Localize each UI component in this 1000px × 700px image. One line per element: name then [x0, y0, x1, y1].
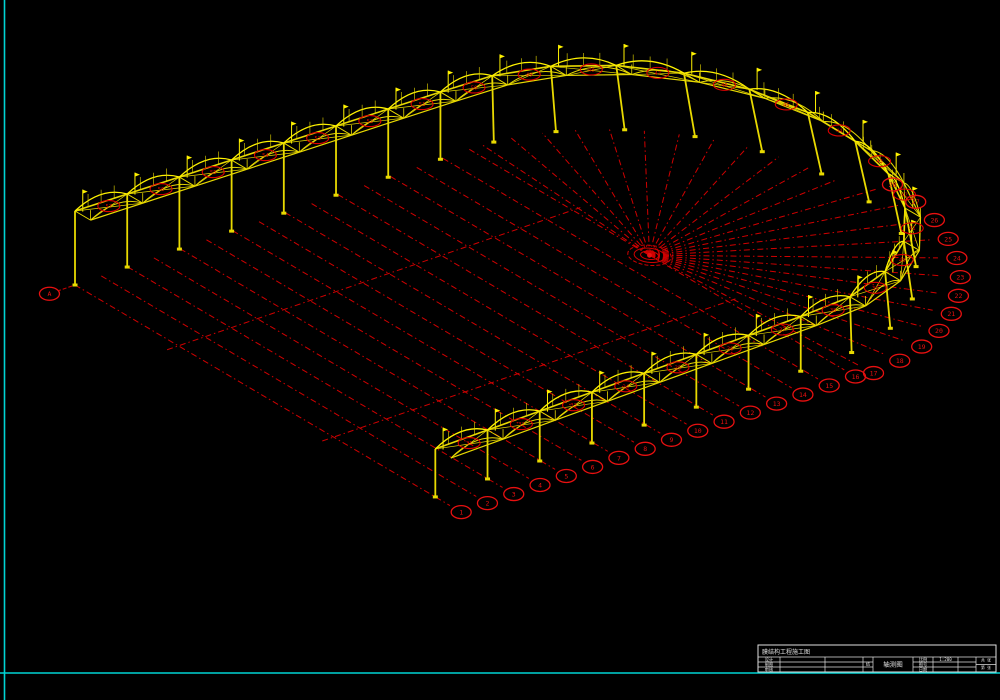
bay-tag-number: 48: [588, 67, 595, 73]
grid-bubble-number: 17: [870, 369, 878, 377]
mast-base-plate: [888, 327, 893, 330]
grid-bubble-number: 4: [538, 481, 542, 489]
mast-base-plate: [693, 135, 698, 138]
grid-bubble-number: 28: [889, 181, 897, 189]
mast-base-plate: [867, 200, 872, 203]
cad-canvas: 5756555453525150494847464544434241403938…: [0, 0, 1000, 700]
grid-bubble-number: 7: [617, 454, 621, 462]
grid-bubble-number: 20: [935, 327, 943, 335]
grid-bubble-number: 14: [799, 391, 807, 399]
bay-tag-number: 42: [901, 193, 908, 199]
bay-tag-number: 39: [872, 286, 879, 292]
grid-bubble-number: 23: [956, 274, 964, 282]
bay-tag-number: 47: [655, 71, 662, 77]
grid-bubble-number: 21: [947, 310, 955, 318]
bay-tag-number: 54: [262, 153, 269, 159]
bay-tag-number: 38: [830, 308, 837, 314]
bay-tag-number: 45: [783, 102, 790, 108]
mast-base-plate: [554, 130, 559, 133]
bay-tag-number: 56: [158, 187, 165, 193]
mast-base-plate: [334, 194, 339, 197]
title-block-label: 审核: [765, 666, 774, 673]
mast-base-plate: [798, 370, 803, 373]
grid-bubble-number: 22: [955, 292, 963, 300]
grid-bubble-number: 16: [852, 373, 860, 381]
mast-base-plate: [849, 351, 854, 354]
sheet-total: 共 张: [981, 658, 991, 663]
cad-drawing-viewport[interactable]: 5756555453525150494847464544434241403938…: [0, 0, 1000, 700]
mast-base-plate: [281, 212, 286, 215]
mast-base-plate: [125, 266, 130, 269]
grid-bubble-number: 6: [591, 463, 595, 471]
mast-base-plate: [622, 128, 627, 131]
mast-base-plate: [914, 265, 919, 268]
bay-tag-number: 31: [466, 441, 473, 447]
mast-base-plate: [433, 495, 438, 498]
grid-bubble-number: 11: [720, 418, 728, 426]
bay-tag-number: 32: [518, 422, 525, 428]
grid-bubble-number: 25: [944, 235, 952, 243]
grid-bubble-number: 3: [512, 490, 516, 498]
mast-base-plate: [642, 424, 647, 427]
grid-bubble-number: 5: [564, 472, 568, 480]
bay-tag-number: 40: [899, 258, 906, 264]
mast-base-plate: [177, 248, 182, 251]
bay-tag-number: 46: [721, 83, 728, 89]
grid-bubble-number: 10: [694, 427, 702, 435]
bay-tag-number: 50: [471, 85, 478, 91]
grid-bubble-number: 1: [459, 509, 463, 517]
bay-tag-number: 37: [779, 327, 786, 333]
mast-base-plate: [537, 460, 542, 463]
mast-base-plate: [910, 297, 915, 300]
mast-base-plate: [694, 406, 699, 409]
bay-tag-number: 44: [836, 128, 843, 134]
mast-base-plate: [229, 230, 234, 233]
bay-tag-number: 51: [419, 102, 426, 108]
grid-bubble-number: 27: [912, 198, 920, 206]
bay-tag-number: 52: [367, 119, 374, 125]
mast-base-plate: [485, 477, 490, 480]
grid-bubble-number: 12: [746, 409, 754, 417]
grid-bubble-number: 18: [896, 357, 904, 365]
mast-base-plate: [899, 232, 904, 235]
grid-bubble-number: 15: [825, 382, 833, 390]
grid-bubble-number: 8: [643, 445, 647, 453]
center-point: [647, 253, 652, 258]
bay-tag-number: 33: [570, 403, 577, 409]
grid-bubble-number: 9: [670, 436, 674, 444]
bay-tag-number: 57: [106, 204, 113, 210]
mast-base-plate: [73, 284, 78, 287]
mast-base-plate: [589, 442, 594, 445]
grid-bubble-number: 2: [486, 499, 490, 507]
mast-base-plate: [386, 176, 391, 179]
bay-tag-number: 34: [622, 384, 629, 390]
sheet-number: 第 张: [981, 665, 991, 670]
project-title: 膜结构工程施工图: [762, 648, 810, 656]
drawing-title: 轴测图: [883, 660, 903, 669]
mast-base-plate: [760, 150, 765, 153]
grid-bubble-number: 19: [918, 343, 926, 351]
grid-bubble-number: A: [48, 290, 52, 298]
bay-tag-number: 41: [909, 226, 916, 232]
title-block-stage: 结: [866, 661, 870, 668]
grid-bubble-number: 13: [773, 400, 781, 408]
grid-bubble-number: 24: [953, 254, 961, 262]
bay-tag-number: 49: [526, 73, 533, 79]
grid-bubble-number: 26: [930, 216, 938, 224]
sheet-background: [0, 0, 1000, 700]
mast-base-plate: [491, 141, 496, 144]
mast-base-plate: [819, 172, 824, 175]
bay-tag-number: 43: [876, 159, 883, 165]
bay-tag-number: 35: [675, 365, 682, 371]
scale-value: 1:200: [939, 657, 952, 662]
bay-tag-number: 53: [314, 136, 321, 142]
bay-tag-number: 55: [210, 170, 217, 176]
mast-base-plate: [438, 158, 443, 161]
mast-base-plate: [746, 388, 751, 391]
bay-tag-number: 36: [727, 346, 734, 352]
